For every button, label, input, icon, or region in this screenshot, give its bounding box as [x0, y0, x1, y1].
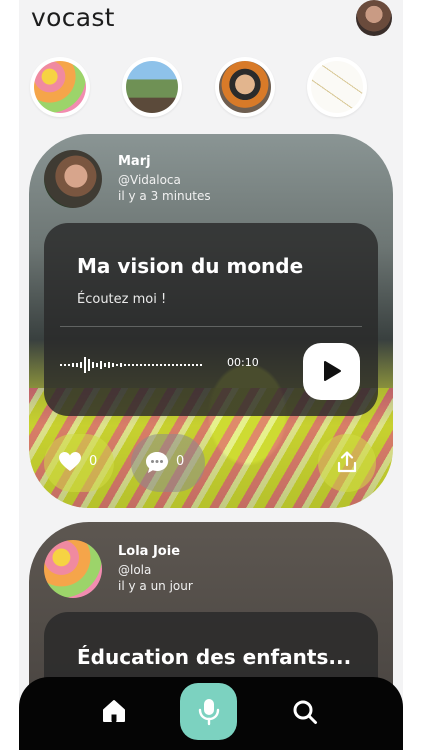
feed-screen: vocast Marj @Vidaloca il y a 3 minutes M…	[19, 0, 403, 750]
waveform[interactable]	[60, 356, 204, 374]
profile-avatar[interactable]	[356, 0, 392, 36]
share-button[interactable]	[318, 434, 376, 492]
home-icon[interactable]	[101, 698, 127, 724]
like-count: 0	[89, 454, 98, 469]
like-button[interactable]: 0	[44, 434, 114, 492]
post-card[interactable]: Marj @Vidaloca il y a 3 minutes Ma visio…	[29, 134, 393, 508]
author-handle: @Vidaloca	[118, 173, 181, 187]
story-avatar-2[interactable]	[122, 57, 182, 117]
post-title: Ma vision du monde	[77, 254, 304, 278]
comment-button[interactable]: 0	[131, 434, 205, 492]
comment-count: 0	[176, 454, 185, 469]
author-handle: @lola	[118, 563, 152, 577]
author-name[interactable]: Lola Joie	[118, 544, 180, 559]
app-logo: vocast	[31, 3, 115, 32]
play-button[interactable]	[303, 343, 360, 400]
story-avatar-3[interactable]	[215, 57, 275, 117]
comment-icon	[146, 452, 168, 473]
story-avatar-1[interactable]	[30, 57, 90, 117]
record-button[interactable]	[180, 683, 237, 740]
author-avatar[interactable]	[44, 150, 102, 208]
audio-player: Ma vision du monde Écoutez moi ! 00:10	[44, 223, 378, 416]
divider	[60, 326, 362, 327]
microphone-icon	[198, 699, 220, 726]
heart-icon	[59, 452, 81, 471]
bottom-navigation	[19, 677, 403, 750]
duration: 00:10	[227, 356, 259, 369]
post-subtitle: Écoutez moi !	[77, 292, 167, 307]
play-icon	[324, 361, 341, 381]
share-icon	[337, 451, 357, 473]
author-avatar[interactable]	[44, 540, 102, 598]
search-icon[interactable]	[292, 699, 318, 725]
stories-row	[19, 57, 403, 119]
story-avatar-4[interactable]	[307, 57, 367, 117]
author-name[interactable]: Marj	[118, 154, 151, 169]
post-title: Éducation des enfants...	[77, 645, 352, 669]
post-time: il y a un jour	[118, 579, 193, 593]
post-time: il y a 3 minutes	[118, 189, 211, 203]
